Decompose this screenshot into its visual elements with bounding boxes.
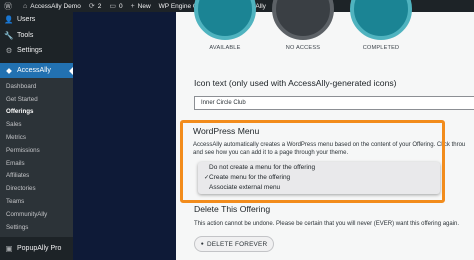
- users-icon: 👤: [4, 15, 14, 25]
- plus-icon: +: [130, 2, 135, 10]
- home-icon: ⌂: [23, 2, 28, 10]
- submenu-sales[interactable]: Sales: [0, 118, 73, 131]
- submenu-affiliates[interactable]: Affiliates: [0, 170, 73, 183]
- submenu-emails[interactable]: Emails: [0, 157, 73, 170]
- accessally-icon: ◆: [6, 65, 12, 75]
- submenu-directories[interactable]: Directories: [0, 182, 73, 195]
- settings-icon: ⚙: [5, 46, 13, 56]
- icon-text-label: Icon text (only used with AccessAlly-gen…: [194, 78, 397, 88]
- submenu-teams[interactable]: Teams: [0, 195, 73, 208]
- delete-offering-title: Delete This Offering: [194, 204, 271, 214]
- icon-text-value: Inner Circle Club: [201, 100, 246, 106]
- wordpress-menu-highlight: [180, 120, 445, 203]
- site-name-link[interactable]: ⌂ AccessAlly Demo: [19, 0, 85, 12]
- status-no-access: NO ACCESS: [285, 45, 321, 51]
- status-completed: COMPLETED: [362, 45, 400, 51]
- comments-link[interactable]: ▭ 0: [105, 0, 126, 12]
- submenu-dashboard[interactable]: Dashboard: [0, 80, 73, 93]
- new-content-link[interactable]: + New: [127, 0, 155, 12]
- submenu-communityally[interactable]: CommunityAlly: [0, 208, 73, 221]
- comment-icon: ▭: [109, 3, 116, 10]
- popup-icon: ▣: [5, 243, 13, 253]
- wordpress-logo-icon[interactable]: Ⓦ: [0, 0, 19, 12]
- submenu-get-started[interactable]: Get Started: [0, 93, 73, 106]
- submenu-offerings[interactable]: Offerings: [0, 106, 73, 119]
- updates-link[interactable]: ⟳ 2: [85, 0, 106, 12]
- updates-icon: ⟳: [88, 3, 95, 10]
- sidebar-item-users[interactable]: 👤 Users: [0, 12, 73, 28]
- circle-icon: ●: [200, 241, 204, 247]
- wrench-icon: 🔧: [4, 30, 14, 40]
- icon-text-input[interactable]: Inner Circle Club: [194, 96, 474, 110]
- sidebar-item-popupally-pro[interactable]: ▣ PopupAlly Pro: [0, 241, 73, 257]
- sidebar-item-tools[interactable]: 🔧 Tools: [0, 28, 73, 44]
- offering-preview-panel: [73, 12, 176, 260]
- submenu-permissions[interactable]: Permissions: [0, 144, 73, 157]
- sidebar-item-accessally[interactable]: ◆ AccessAlly: [0, 62, 73, 78]
- submenu-settings[interactable]: Settings: [0, 221, 73, 234]
- status-available: AVAILABLE: [209, 45, 241, 51]
- sidebar-item-settings[interactable]: ⚙ Settings: [0, 43, 73, 59]
- submenu-metrics[interactable]: Metrics: [0, 131, 73, 144]
- admin-sidebar: 👤 Users 🔧 Tools ⚙ Settings ◆ AccessAlly Dash…: [0, 12, 73, 260]
- delete-warning-text: This action cannot be undone. Please be …: [194, 221, 460, 227]
- accessally-submenu: Dashboard Get Started Offerings Sales Me…: [0, 78, 73, 237]
- delete-forever-button[interactable]: ● DELETE FOREVER: [194, 236, 274, 252]
